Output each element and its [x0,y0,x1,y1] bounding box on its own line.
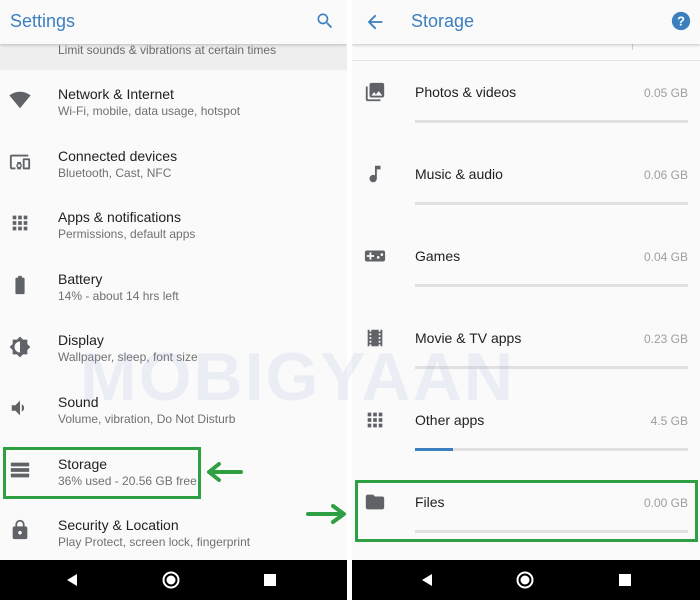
settings-item-title: Apps & notifications [58,209,181,225]
storage-usage-bar [415,284,688,287]
storage-item-title: Photos & videos [415,84,517,100]
pointer-arrow-right-icon [306,504,346,524]
photo-icon [365,82,385,102]
settings-item-title: Sound [58,394,99,410]
search-icon[interactable] [315,11,335,31]
settings-item-subtitle: 14% - about 14 hrs left [58,289,179,303]
storage-item-size: 4.5 GB [650,414,688,428]
movie-icon [367,329,383,347]
storage-usage-bar [415,202,688,205]
settings-item-subtitle: Wi-Fi, mobile, data usage, hotspot [58,104,241,118]
row-divider [352,60,700,61]
nav-home-icon[interactable] [515,570,535,590]
settings-item-subtitle: Permissions, default apps [58,227,196,241]
storage-usage-bar-fill [415,448,454,451]
storage-item-size: 0.23 GB [643,332,688,346]
help-icon[interactable]: ? [670,10,692,32]
left-navigation-bar [0,560,347,600]
storage-item-title: Other apps [415,412,485,428]
apps-grid-icon [12,215,28,231]
storage-item-size: 0.06 GB [643,168,688,182]
storage-item-title: Music & audio [415,166,503,182]
music-note-icon [369,165,381,183]
nav-recents-icon[interactable] [618,573,632,587]
settings-item-title: Connected devices [58,148,178,164]
brightness-icon [9,336,31,358]
lock-icon [12,519,28,540]
svg-text:?: ? [677,14,685,29]
back-arrow-icon[interactable] [364,11,386,33]
storage-item-title: Games [415,248,461,264]
scroll-remnant [632,44,633,50]
storage-usage-bar [415,366,688,369]
files-highlight-box [355,480,698,542]
settings-item-subtitle: Bluetooth, Cast, NFC [58,166,172,180]
settings-item-partial-subtitle: Limit sounds & vibrations at certain tim… [58,43,277,57]
storage-usage-bar [415,120,688,123]
right-navigation-bar [352,560,700,600]
settings-app-bar: Settings [0,0,347,44]
settings-item-subtitle: Wallpaper, sleep, font size [58,350,198,364]
battery-icon [15,275,25,295]
storage-app-bar: Storage ? [352,0,700,44]
settings-item-subtitle: Play Protect, screen lock, fingerprint [58,535,251,549]
storage-usage-bar [415,448,688,451]
wifi-icon [9,91,31,109]
settings-item-title: Network & Internet [58,86,174,102]
settings-item-title: Battery [58,271,103,287]
storage-highlight-box [3,447,201,499]
nav-back-icon[interactable] [419,572,435,588]
apps-grid-icon [367,412,383,428]
nav-home-icon[interactable] [161,570,181,590]
page-title: Storage [411,11,475,31]
nav-back-icon[interactable] [64,572,80,588]
settings-item-title: Security & Location [58,517,179,533]
volume-icon [11,400,25,416]
storage-item-title: Movie & TV apps [415,330,522,346]
pointer-arrow-left-icon [207,462,243,482]
page-title: Settings [10,11,76,31]
storage-item-size: 0.05 GB [643,86,688,100]
settings-item-subtitle: Volume, vibration, Do Not Disturb [58,412,236,426]
nav-recents-icon[interactable] [263,573,277,587]
storage-item-size: 0.04 GB [643,250,688,264]
devices-icon [9,154,31,170]
storage-screen: Storage ? Photos & videos 0.05 GB Music … [352,0,700,560]
settings-item-title: Display [58,332,104,348]
gamepad-icon [364,250,386,262]
